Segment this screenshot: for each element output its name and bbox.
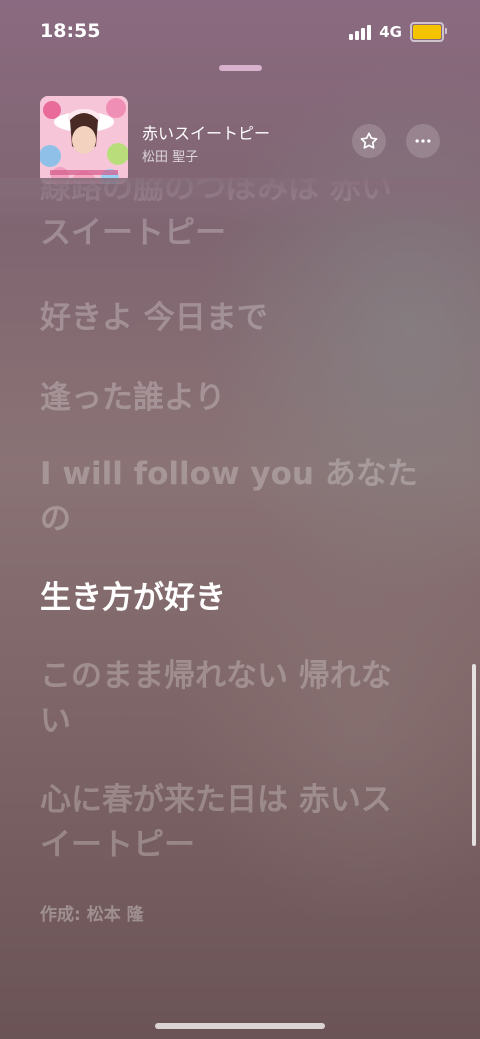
battery-icon: [410, 22, 447, 42]
lyric-line[interactable]: 線路の脇のつぼみは 赤い スイートピー: [40, 178, 432, 256]
battery-level: [413, 25, 441, 39]
status-time: 18:55: [40, 20, 101, 42]
more-options-button[interactable]: [406, 124, 440, 158]
lyric-line[interactable]: 逢った誰より: [40, 376, 432, 421]
signal-icon: [349, 24, 372, 40]
lyric-line[interactable]: 心に春が来た日は 赤いス イートピー: [40, 778, 432, 868]
album-artwork-image: [40, 96, 128, 184]
favorite-button[interactable]: [352, 124, 386, 158]
album-artwork[interactable]: [40, 96, 128, 184]
status-indicators: 4G: [349, 22, 447, 42]
status-bar: 18:55 4G: [0, 0, 480, 64]
lyric-line[interactable]: 好きよ 今日まで: [40, 296, 432, 341]
song-artist[interactable]: 松田 聖子: [142, 146, 198, 165]
sheet-grabber[interactable]: [219, 65, 262, 71]
home-indicator[interactable]: [155, 1023, 325, 1029]
network-type: 4G: [379, 23, 402, 41]
lyrics-view[interactable]: 線路の脇のつぼみは 赤い スイートピー 好きよ 今日まで 逢った誰より I wi…: [40, 178, 440, 948]
now-playing-header: 赤いスイートピー 松田 聖子: [40, 96, 440, 188]
song-title: 赤いスイートピー: [142, 124, 271, 143]
lyric-line[interactable]: このまま帰れない 帰れな い: [40, 654, 432, 744]
star-icon: [360, 132, 378, 149]
scrollbar[interactable]: [472, 664, 476, 846]
lyrics-credit: 作成: 松本 隆: [40, 905, 144, 925]
lyric-line-active[interactable]: 生き方が好き: [40, 576, 432, 621]
lyric-line[interactable]: I will follow you あなた の: [40, 452, 432, 542]
ellipsis-icon: [415, 139, 431, 143]
